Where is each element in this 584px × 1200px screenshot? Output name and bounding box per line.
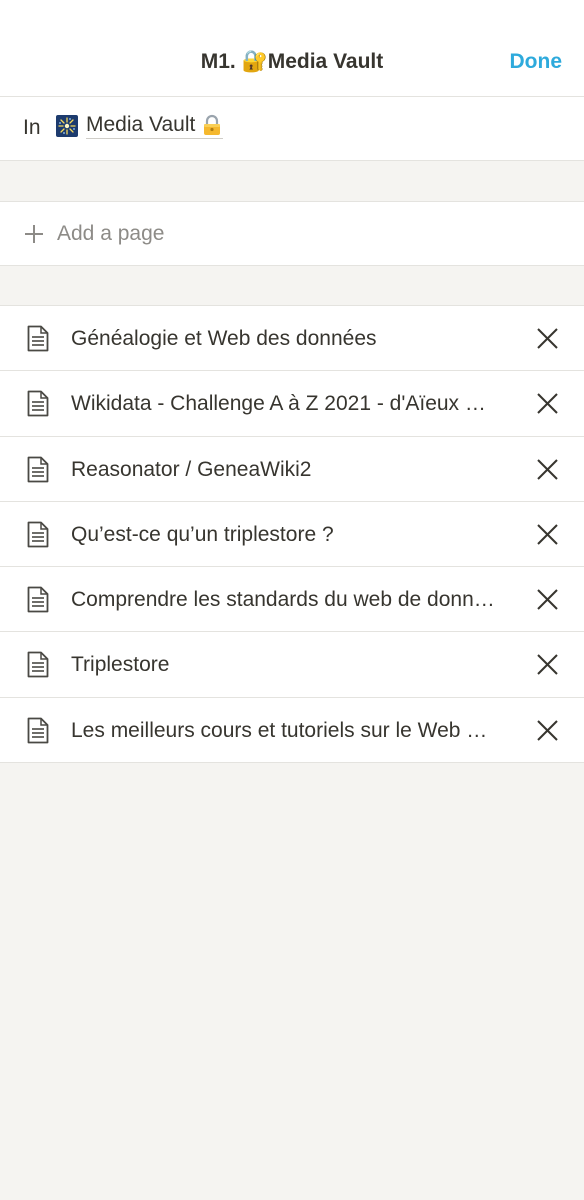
- page-icon: [27, 521, 49, 548]
- list-item[interactable]: Qu’est-ce qu’un triplestore ?: [0, 502, 584, 568]
- page-icon: [27, 456, 49, 482]
- add-page-label: Add a page: [57, 222, 165, 245]
- page-icon: [27, 652, 49, 678]
- parent-page-link[interactable]: Media Vault: [56, 111, 224, 141]
- page-title-text: Wikidata - Challenge A à Z 2021 - d'Aïeu…: [71, 392, 495, 416]
- list-item[interactable]: Reasonator / GeneaWiki2: [0, 437, 584, 502]
- page-title-text: Triplestore: [71, 653, 170, 677]
- header-bar: M1. 🔐Media Vault Done: [0, 0, 584, 97]
- parent-page-name-text: Media Vault: [86, 113, 196, 136]
- page-icon: [27, 325, 49, 352]
- page-icon: [27, 586, 49, 613]
- page-title-text: Reasonator / GeneaWiki2: [71, 457, 312, 481]
- list-item[interactable]: Généalogie et Web des données: [0, 306, 584, 372]
- linked-pages-list: Généalogie et Web des données Wikidata -…: [0, 305, 584, 764]
- done-button[interactable]: Done: [510, 50, 563, 74]
- page-title-text: Comprendre les standards du web de donné…: [71, 588, 495, 612]
- close-icon[interactable]: [537, 458, 558, 480]
- close-icon[interactable]: [537, 393, 558, 415]
- close-icon[interactable]: [537, 720, 558, 741]
- close-icon[interactable]: [537, 654, 558, 676]
- parent-location-row: In Media Vault: [0, 97, 584, 161]
- close-icon[interactable]: [537, 328, 558, 349]
- sparkler-icon: [56, 115, 78, 137]
- in-label: In: [23, 116, 41, 139]
- list-item[interactable]: Comprendre les standards du web de donné…: [0, 567, 584, 633]
- page-title: M1. 🔐Media Vault: [200, 50, 384, 73]
- page-title-text: Qu’est-ce qu’un triplestore ?: [71, 522, 334, 546]
- list-item[interactable]: Les meilleurs cours et tutoriels sur le …: [0, 698, 584, 764]
- lock-icon: [204, 114, 221, 135]
- close-icon[interactable]: [537, 524, 558, 545]
- page-icon: [27, 717, 49, 744]
- page-title-text: Généalogie et Web des données: [71, 327, 377, 350]
- close-icon[interactable]: [537, 589, 558, 610]
- page-title-text: Les meilleurs cours et tutoriels sur le …: [71, 718, 495, 742]
- plus-icon: [25, 225, 43, 243]
- list-item[interactable]: Wikidata - Challenge A à Z 2021 - d'Aïeu…: [0, 371, 584, 437]
- list-item[interactable]: Triplestore: [0, 632, 584, 698]
- parent-page-name: Media Vault: [86, 113, 224, 139]
- page-icon: [27, 390, 49, 417]
- add-page-button[interactable]: Add a page: [0, 201, 584, 266]
